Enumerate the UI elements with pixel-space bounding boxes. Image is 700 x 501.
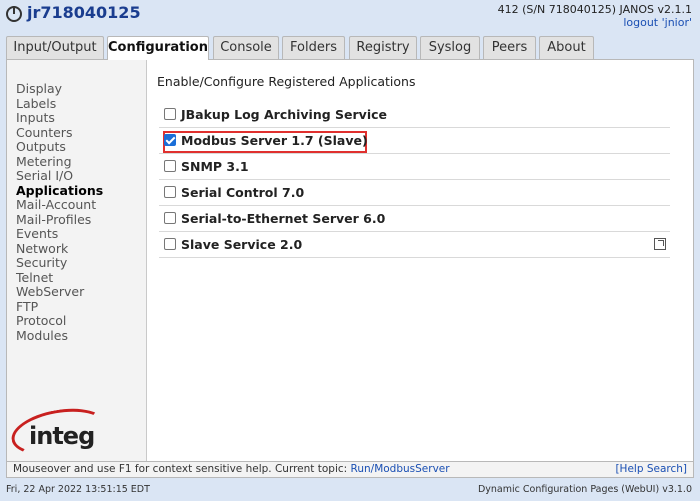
help-search-link[interactable]: [Help Search] [615, 463, 687, 475]
app-checkbox-slave-service[interactable] [164, 238, 176, 250]
app-link-snmp[interactable]: SNMP 3.1 [181, 159, 249, 174]
app-checkbox-jbakup[interactable] [164, 108, 176, 120]
sidebar-item-labels[interactable]: Labels [16, 96, 56, 111]
footer-version: Dynamic Configuration Pages (WebUI) v3.1… [477, 484, 692, 495]
sidebar-item-counters[interactable]: Counters [16, 125, 72, 140]
popout-icon[interactable] [654, 238, 666, 250]
sidebar-item-metering[interactable]: Metering [16, 154, 72, 169]
app-link-serial-ethernet[interactable]: Serial-to-Ethernet Server 6.0 [181, 211, 385, 226]
content-area: Enable/Configure Registered Applications… [148, 60, 693, 461]
sidebar-item-display[interactable]: Display [16, 81, 62, 96]
app-checkbox-snmp[interactable] [164, 160, 176, 172]
sidebar-item-security[interactable]: Security [16, 255, 67, 270]
sidebar-item-protocol[interactable]: Protocol [16, 313, 66, 328]
sidebar-item-inputs[interactable]: Inputs [16, 110, 55, 125]
app-checkbox-serial-ethernet[interactable] [164, 212, 176, 224]
integ-logo: integ [7, 401, 111, 463]
tab-peers[interactable]: Peers [483, 36, 536, 59]
footer-date: Fri, 22 Apr 2022 13:51:15 EDT [6, 484, 150, 495]
logo-text: integ [29, 422, 95, 450]
sidebar-item-mail-account[interactable]: Mail-Account [16, 197, 96, 212]
help-bar: Mouseover and use F1 for context sensiti… [6, 462, 694, 478]
main-panel: Display Labels Inputs Counters Outputs M… [6, 59, 694, 463]
help-message: Mouseover and use F1 for context sensiti… [13, 463, 348, 475]
sidebar-item-outputs[interactable]: Outputs [16, 139, 66, 154]
sidebar-item-mail-profiles[interactable]: Mail-Profiles [16, 212, 91, 227]
app-checkbox-modbus[interactable] [164, 134, 176, 146]
logout-link[interactable]: logout 'jnior' [623, 16, 692, 29]
app-row-slave-service: Slave Service 2.0 [159, 232, 670, 258]
tab-folders[interactable]: Folders [282, 36, 345, 59]
tab-input-output[interactable]: Input/Output [6, 36, 104, 59]
tab-console[interactable]: Console [213, 36, 279, 59]
system-info: 412 (S/N 718040125) JANOS v2.1.1 [497, 3, 692, 16]
app-link-jbakup[interactable]: JBakup Log Archiving Service [181, 107, 387, 122]
app-row-serial-control: Serial Control 7.0 [159, 180, 670, 206]
app-row-modbus: Modbus Server 1.7 (Slave) [159, 128, 670, 154]
footer: Fri, 22 Apr 2022 13:51:15 EDT Dynamic Co… [0, 480, 700, 501]
tab-about[interactable]: About [539, 36, 594, 59]
sidebar-item-applications[interactable]: Applications [16, 183, 103, 198]
app-link-serial-control[interactable]: Serial Control 7.0 [181, 185, 304, 200]
current-topic-link[interactable]: Run/ModbusServer [351, 463, 450, 475]
sidebar-item-serial-io[interactable]: Serial I/O [16, 168, 73, 183]
sidebar: Display Labels Inputs Counters Outputs M… [7, 60, 147, 463]
app-link-slave-service[interactable]: Slave Service 2.0 [181, 237, 302, 252]
sidebar-item-ftp[interactable]: FTP [16, 299, 38, 314]
sidebar-item-telnet[interactable]: Telnet [16, 270, 53, 285]
host-name: jr718040125 [27, 3, 141, 22]
app-checkbox-serial-control[interactable] [164, 186, 176, 198]
power-icon [6, 6, 22, 22]
app-row-jbakup: JBakup Log Archiving Service [159, 102, 670, 128]
tab-configuration[interactable]: Configuration [107, 36, 209, 60]
header: jr718040125 412 (S/N 718040125) JANOS v2… [0, 0, 700, 34]
help-text: Mouseover and use F1 for context sensiti… [13, 463, 450, 475]
sidebar-item-network[interactable]: Network [16, 241, 68, 256]
sidebar-item-webserver[interactable]: WebServer [16, 284, 84, 299]
sidebar-item-modules[interactable]: Modules [16, 328, 68, 343]
app-row-serial-ethernet: Serial-to-Ethernet Server 6.0 [159, 206, 670, 232]
tab-syslog[interactable]: Syslog [420, 36, 480, 59]
app-row-snmp: SNMP 3.1 [159, 154, 670, 180]
tab-registry[interactable]: Registry [349, 36, 417, 59]
app-link-modbus[interactable]: Modbus Server 1.7 (Slave) [181, 133, 368, 148]
sidebar-item-events[interactable]: Events [16, 226, 58, 241]
page-title: Enable/Configure Registered Applications [157, 74, 416, 89]
